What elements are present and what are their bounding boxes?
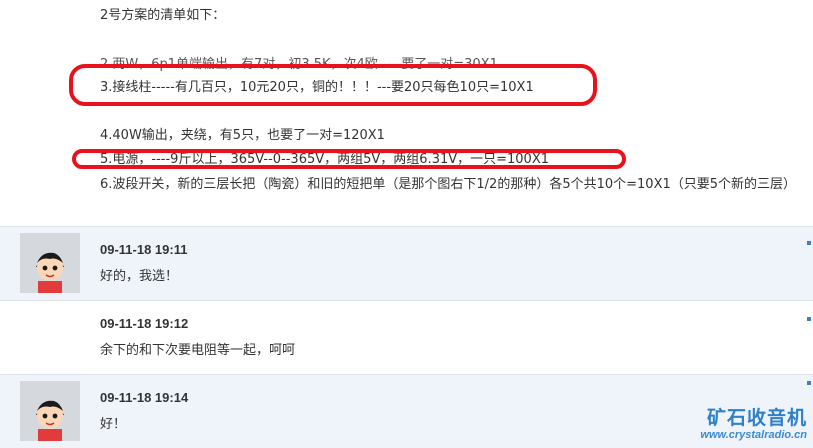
edge-marker [807,381,811,385]
post-item-6: 6.波段开关，新的三层长把（陶瓷）和旧的短把单（是那个图右下1/2的那种）各5个… [100,177,797,192]
highlight-circle-item-3 [69,64,597,106]
watermark-title: 矿石收音机 [706,407,807,429]
reply-text: 余下的和下次要电阻等一起，呵呵 [100,343,296,358]
cartoon-boy-avatar-icon [20,233,80,293]
edge-marker [807,317,811,321]
post-intro: 2号方案的清单如下： [100,8,226,23]
reply-timestamp: 09-11-18 19:12 [100,316,189,331]
post-body: 2号方案的清单如下： 2.两W，6p1单端输出，有7对，初3.5K，次4欧---… [0,0,813,226]
reply-item-2: 09-11-18 19:12 余下的和下次要电阻等一起，呵呵 [0,300,813,374]
reply-timestamp: 09-11-18 19:11 [100,242,188,257]
reply-text: 好的，我选！ [100,269,179,284]
reply-timestamp: 09-11-18 19:14 [100,390,189,405]
reply-item-1: 09-11-18 19:11 好的，我选！ [0,226,813,300]
watermark-url: www.crystalradio.cn [700,429,807,441]
highlight-circle-item-5 [72,149,626,169]
edge-marker [807,241,811,245]
avatar[interactable] [20,381,80,441]
post-item-4: 4.40W输出，夹绕，有5只，也要了一对=120X1 [100,128,385,143]
site-watermark: 矿石收音机 www.crystalradio.cn [700,407,807,442]
cartoon-boy-avatar-icon [20,381,80,441]
reply-text: 好！ [100,417,127,432]
avatar[interactable] [20,233,80,293]
reply-item-3: 09-11-18 19:14 好！ [0,374,813,448]
